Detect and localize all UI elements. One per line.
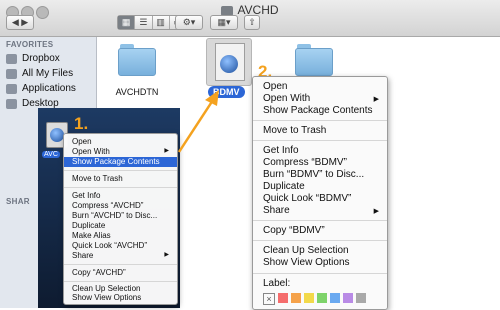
- icon-view-button[interactable]: ▦: [118, 16, 136, 29]
- menu-separator: [64, 187, 177, 188]
- no-label-swatch[interactable]: ×: [263, 293, 275, 305]
- sidebar-section-favorites: FAVORITES: [6, 40, 54, 49]
- back-forward-buttons[interactable]: ◀ ▶: [6, 15, 34, 30]
- quicktime-icon: [50, 128, 64, 142]
- menu-separator: [64, 281, 177, 282]
- applications-icon: [6, 83, 17, 94]
- menu-item-duplicate[interactable]: Duplicate: [64, 221, 177, 231]
- dropbox-icon: [6, 53, 17, 64]
- submenu-arrow-icon: ▶: [373, 96, 379, 103]
- menu-item-share[interactable]: Share ▶: [64, 251, 177, 261]
- share-icon: ⇧: [248, 17, 256, 27]
- sidebar-item-dropbox[interactable]: Dropbox: [6, 53, 60, 64]
- context-menu-avchd: Open Open With ▶ Show Package Contents Mo…: [63, 133, 178, 305]
- arrange-icon: ▦▾: [217, 17, 231, 27]
- menu-item-share[interactable]: Share ▶: [253, 205, 387, 217]
- submenu-arrow-icon: ▶: [164, 148, 169, 154]
- list-view-button[interactable]: ☰: [135, 16, 153, 29]
- menu-item-make-alias[interactable]: Make Alias: [64, 231, 177, 241]
- menu-item-burn-to-disc[interactable]: Burn “BDMV” to Disc...: [253, 169, 387, 181]
- all-my-files-icon: [6, 68, 17, 79]
- label-swatch-gray[interactable]: [356, 293, 366, 303]
- menu-item-open-with[interactable]: Open With ▶: [64, 147, 177, 157]
- menu-item-copy[interactable]: Copy “BDMV”: [253, 225, 387, 237]
- share-button[interactable]: ⇧: [244, 15, 260, 30]
- menu-item-move-to-trash[interactable]: Move to Trash: [253, 125, 387, 137]
- file-label-avchdtn[interactable]: AVCHDTN: [102, 87, 172, 97]
- menu-item-quick-look[interactable]: Quick Look “AVCHD”: [64, 241, 177, 251]
- folder-icon[interactable]: [295, 44, 333, 76]
- arrange-button[interactable]: ▦▾: [210, 15, 238, 30]
- menu-separator: [64, 264, 177, 265]
- desktop-file-label[interactable]: AVC: [42, 151, 60, 158]
- menu-separator: [253, 220, 387, 221]
- sidebar-item-label: Applications: [22, 83, 76, 94]
- label-color-swatches: ×: [263, 293, 366, 305]
- menu-item-compress[interactable]: Compress “AVCHD”: [64, 201, 177, 211]
- menu-separator: [64, 170, 177, 171]
- submenu-arrow-icon: ▶: [373, 208, 379, 215]
- folder-icon[interactable]: [118, 44, 156, 76]
- menu-item-show-package-contents[interactable]: Show Package Contents: [64, 157, 177, 167]
- pointer-arrow: [177, 90, 219, 153]
- menu-label-title: Label:: [263, 278, 291, 289]
- menu-item-get-info[interactable]: Get Info: [64, 191, 177, 201]
- label-swatch-purple[interactable]: [343, 293, 353, 303]
- label-swatch-yellow[interactable]: [304, 293, 314, 303]
- column-view-button[interactable]: ▥: [153, 16, 170, 29]
- menu-separator: [253, 140, 387, 141]
- menu-item-show-view-options[interactable]: Show View Options: [253, 257, 387, 269]
- label-swatch-blue[interactable]: [330, 293, 340, 303]
- sidebar-item-label: All My Files: [22, 68, 74, 79]
- title-bar: AVCHD ◀ ▶ ▦ ☰ ▥ ▭ ⚙▾ ▦▾ ⇧: [0, 0, 500, 37]
- menu-separator: [253, 120, 387, 121]
- menu-item-copy[interactable]: Copy “AVCHD”: [64, 268, 177, 278]
- menu-item-show-package-contents[interactable]: Show Package Contents: [253, 105, 387, 117]
- menu-item-burn-to-disc[interactable]: Burn “AVCHD” to Disc...: [64, 211, 177, 221]
- sidebar-section-shared: SHAR: [6, 197, 30, 206]
- menu-item-open[interactable]: Open: [253, 81, 387, 93]
- desktop-icon: [6, 98, 17, 109]
- sidebar-item-label: Dropbox: [22, 53, 60, 64]
- menu-separator: [253, 240, 387, 241]
- context-menu-bdmv: Open Open With ▶ Show Package Contents Mo…: [252, 76, 388, 310]
- label-swatch-orange[interactable]: [291, 293, 301, 303]
- menu-item-clean-up-selection[interactable]: Clean Up Selection: [253, 245, 387, 257]
- menu-item-open[interactable]: Open: [64, 137, 177, 147]
- quicktime-icon: [220, 55, 238, 73]
- sidebar-item-applications[interactable]: Applications: [6, 83, 76, 94]
- label-swatch-green[interactable]: [317, 293, 327, 303]
- menu-item-move-to-trash[interactable]: Move to Trash: [64, 174, 177, 184]
- submenu-arrow-icon: ▶: [164, 252, 169, 258]
- action-gear-button[interactable]: ⚙▾: [175, 15, 203, 30]
- step-one-marker: 1.: [74, 114, 89, 133]
- label-swatch-red[interactable]: [278, 293, 288, 303]
- menu-item-compress[interactable]: Compress “BDMV”: [253, 157, 387, 169]
- menu-item-open-with[interactable]: Open With ▶: [253, 93, 387, 105]
- menu-item-show-view-options[interactable]: Show View Options: [64, 293, 177, 303]
- menu-item-quick-look[interactable]: Quick Look “BDMV”: [253, 193, 387, 205]
- menu-separator: [253, 273, 387, 274]
- bdmv-package-icon[interactable]: [206, 38, 252, 86]
- menu-item-get-info[interactable]: Get Info: [253, 145, 387, 157]
- sidebar-item-all-my-files[interactable]: All My Files: [6, 68, 73, 79]
- menu-item-duplicate[interactable]: Duplicate: [253, 181, 387, 193]
- gear-icon: ⚙▾: [182, 17, 196, 27]
